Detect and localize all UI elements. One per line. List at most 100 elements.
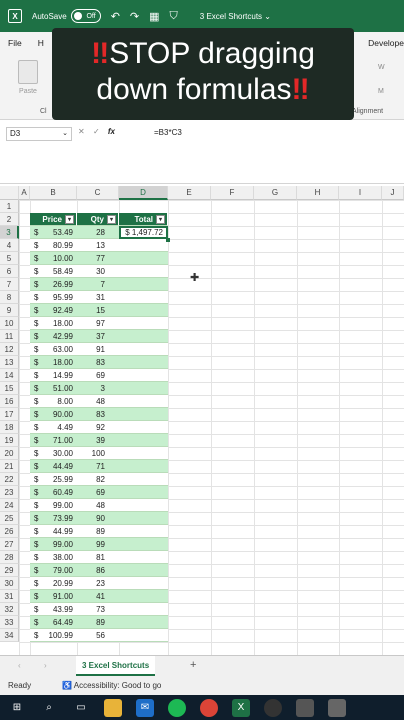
total-cell[interactable] [119,278,168,291]
row-header[interactable]: 20 [0,447,19,460]
prev-sheet-icon[interactable]: ‹ [18,661,21,670]
row-header[interactable]: 11 [0,330,19,343]
total-cell[interactable] [119,291,168,304]
qty-cell[interactable]: 39 [77,434,119,447]
row-header[interactable]: 33 [0,616,19,629]
row-header[interactable]: 15 [0,382,19,395]
sheet-tab-active[interactable]: 3 Excel Shortcuts [76,656,156,676]
row-header[interactable]: 24 [0,499,19,512]
price-cell[interactable]: $71.00 [30,434,77,447]
row-header[interactable]: 12 [0,343,19,356]
price-cell[interactable]: $43.99 [30,603,77,616]
price-cell[interactable]: $73.99 [30,512,77,525]
price-cell[interactable]: $30.00 [30,447,77,460]
row-header[interactable]: 7 [0,278,19,291]
merge-button[interactable]: M [378,88,384,95]
qty-cell[interactable]: 3 [77,382,119,395]
formula-input[interactable]: =B3*C3 [154,128,182,137]
mail-icon[interactable]: ✉ [136,698,154,717]
wrap-text-button[interactable]: W [378,64,385,71]
total-cell[interactable] [119,499,168,512]
price-cell[interactable]: $25.99 [30,473,77,486]
total-cell[interactable] [119,343,168,356]
qty-cell[interactable]: 86 [77,564,119,577]
row-header[interactable]: 8 [0,291,19,304]
price-cell[interactable]: $53.49 [30,226,77,239]
row-header[interactable]: 16 [0,395,19,408]
row-header[interactable]: 22 [0,473,19,486]
price-cell[interactable]: $60.49 [30,486,77,499]
qty-cell[interactable]: 30 [77,265,119,278]
price-cell[interactable]: $8.00 [30,395,77,408]
qty-cell[interactable]: 37 [77,330,119,343]
row-header[interactable]: 5 [0,252,19,265]
obs-icon[interactable] [264,698,282,717]
total-cell[interactable] [119,239,168,252]
file-explorer-icon[interactable] [104,698,122,717]
chevron-down-icon[interactable]: ⌄ [62,128,68,140]
price-cell[interactable]: $100.99 [30,629,77,642]
price-cell[interactable]: $92.49 [30,304,77,317]
total-cell[interactable] [119,603,168,616]
enter-icon[interactable]: ✓ [93,127,100,136]
table-icon[interactable]: ▦ [149,10,159,23]
row-header[interactable]: 23 [0,486,19,499]
qty-cell[interactable]: 90 [77,512,119,525]
price-cell[interactable]: $99.00 [30,499,77,512]
qty-cell[interactable]: 92 [77,421,119,434]
column-header-e[interactable]: E [168,186,211,200]
price-cell[interactable]: $79.00 [30,564,77,577]
price-cell[interactable]: $18.00 [30,317,77,330]
row-header[interactable]: 32 [0,603,19,616]
tab-home[interactable]: H [30,38,52,48]
qty-cell[interactable]: 83 [77,356,119,369]
qty-cell[interactable]: 73 [77,603,119,616]
price-cell[interactable]: $4.49 [30,421,77,434]
price-cell[interactable]: $38.00 [30,551,77,564]
row-header[interactable]: 30 [0,577,19,590]
select-all-corner[interactable] [0,186,19,200]
price-cell[interactable]: $58.49 [30,265,77,278]
total-cell[interactable] [119,460,168,473]
row-header[interactable]: 9 [0,304,19,317]
row-header[interactable]: 4 [0,239,19,252]
document-title[interactable]: 3 Excel Shortcuts ⌄ [200,12,271,21]
qty-cell[interactable]: 31 [77,291,119,304]
qty-cell[interactable]: 7 [77,278,119,291]
total-cell[interactable] [119,473,168,486]
price-cell[interactable]: $51.00 [30,382,77,395]
bookmark-icon[interactable]: ⛉ [170,10,178,23]
total-cell[interactable] [119,551,168,564]
next-sheet-icon[interactable]: › [44,661,47,670]
row-header[interactable]: 29 [0,564,19,577]
column-header-j[interactable]: J [382,186,404,200]
price-cell[interactable]: $20.99 [30,577,77,590]
total-cell[interactable] [119,577,168,590]
total-cell[interactable] [119,317,168,330]
qty-cell[interactable]: 15 [77,304,119,317]
column-header-b[interactable]: B [30,186,77,200]
spotify-icon[interactable] [168,698,186,717]
price-cell[interactable]: $95.99 [30,291,77,304]
total-cell[interactable] [119,525,168,538]
price-cell[interactable]: $42.99 [30,330,77,343]
fill-handle[interactable] [166,238,170,242]
qty-cell[interactable]: 89 [77,525,119,538]
column-header-a[interactable]: A [19,186,30,200]
total-cell[interactable] [119,512,168,525]
total-cell[interactable] [119,486,168,499]
column-header-i[interactable]: I [339,186,382,200]
total-cell[interactable] [119,330,168,343]
price-cell[interactable]: $90.00 [30,408,77,421]
insert-function-icon[interactable]: fx [108,127,115,136]
price-cell[interactable]: $10.00 [30,252,77,265]
total-cell[interactable] [119,421,168,434]
app-icon[interactable] [296,698,314,717]
price-cell[interactable]: $44.99 [30,525,77,538]
total-cell[interactable] [119,434,168,447]
total-cell[interactable] [119,616,168,629]
row-header[interactable]: 18 [0,421,19,434]
tab-developer[interactable]: Develope [368,38,404,48]
price-cell[interactable]: $18.00 [30,356,77,369]
qty-cell[interactable]: 77 [77,252,119,265]
